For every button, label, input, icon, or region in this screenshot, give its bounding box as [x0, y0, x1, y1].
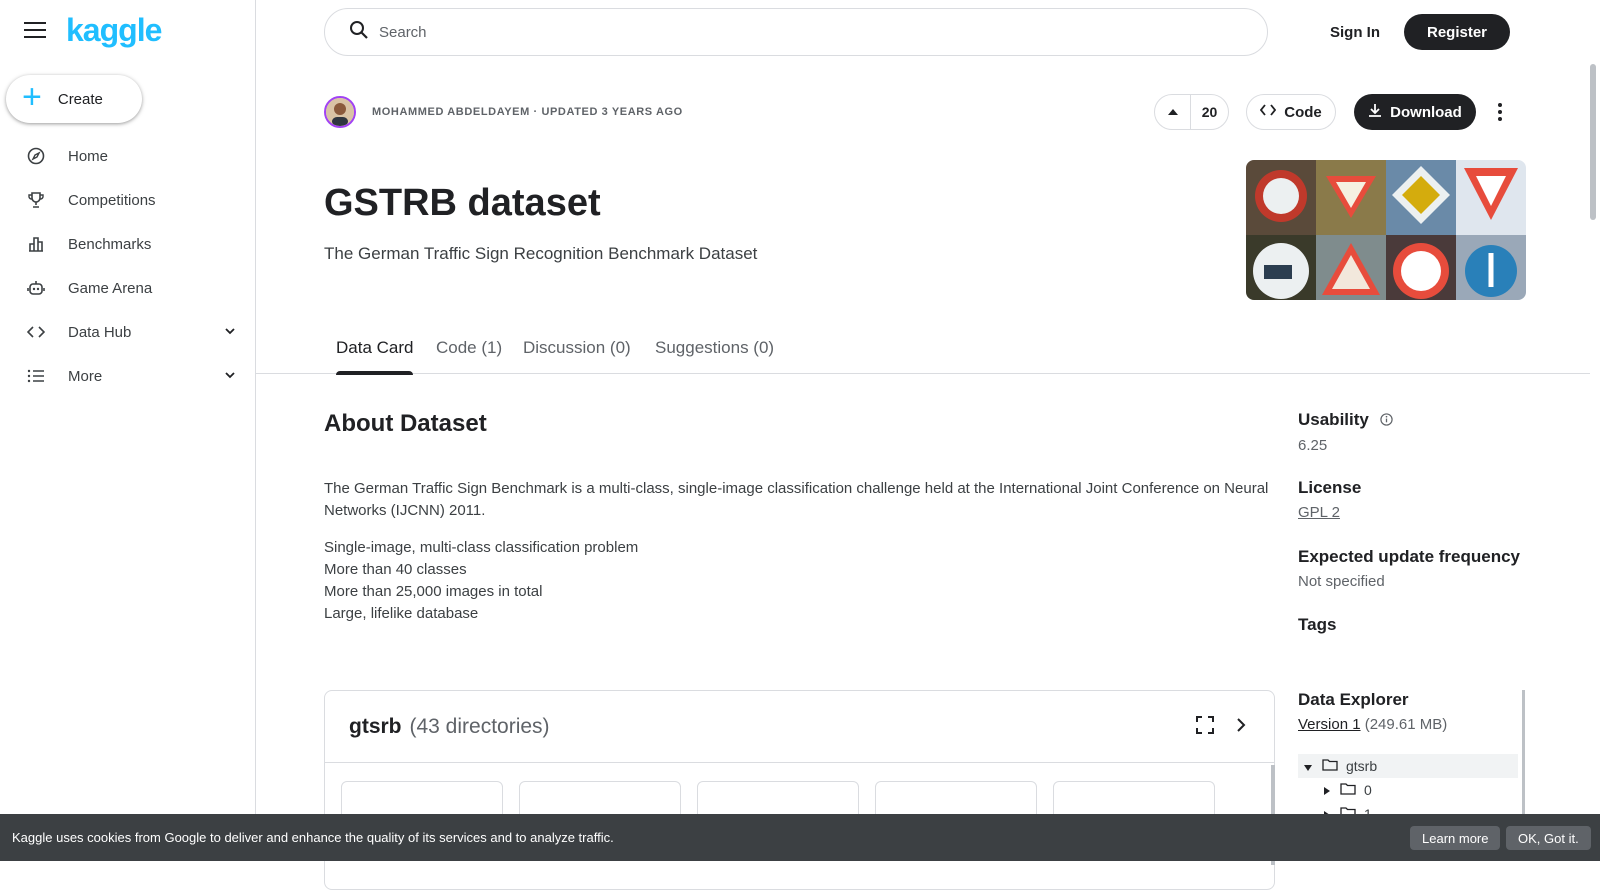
compass-icon: [26, 146, 46, 166]
sign-in-button[interactable]: Sign In: [1316, 14, 1394, 50]
tags-heading: Tags: [1298, 615, 1337, 634]
sidebar-item-label: Competitions: [68, 191, 156, 209]
code-button-label: Code: [1284, 103, 1322, 121]
tree-row-root[interactable]: gtsrb: [1298, 754, 1518, 778]
tree-row[interactable]: 0: [1298, 778, 1518, 802]
sidebar-item-label: Game Arena: [68, 279, 153, 297]
version-link[interactable]: Version 1: [1298, 716, 1361, 733]
explorer-count: (43 directories): [409, 714, 550, 738]
sidebar: kaggle + Create Home Competitions Benchm…: [0, 0, 256, 861]
page-subtitle: The German Traffic Sign Recognition Benc…: [324, 244, 758, 263]
download-icon: [1368, 103, 1382, 121]
tree-scrollbar[interactable]: [1522, 690, 1525, 820]
license-heading: License: [1298, 478, 1362, 497]
explorer-name: gtsrb: [349, 714, 402, 738]
plus-icon: +: [22, 78, 42, 116]
list-item: Single-image, multi-class classification…: [324, 539, 639, 556]
sidebar-item-data-hub[interactable]: Data Hub: [0, 312, 256, 352]
code-brackets-icon: [26, 322, 46, 342]
usability-label: Usability: [1298, 410, 1369, 429]
data-explorer-heading: Data Explorer: [1298, 690, 1409, 709]
list-item: More than 40 classes: [324, 561, 467, 578]
top-bar: Sign In Register: [256, 0, 1600, 64]
version-size: (249.61 MB): [1364, 716, 1448, 733]
sidebar-item-home[interactable]: Home: [0, 136, 256, 176]
code-brackets-icon: [1260, 103, 1277, 121]
info-icon[interactable]: [1379, 411, 1393, 430]
tab-code[interactable]: Code (1): [436, 338, 502, 374]
search-input[interactable]: [379, 23, 1179, 41]
frequency-section: Expected update frequency Not specified: [1298, 547, 1538, 590]
about-description: The German Traffic Sign Benchmark is a m…: [324, 480, 1269, 519]
tab-suggestions[interactable]: Suggestions (0): [655, 338, 774, 374]
frequency-heading: Expected update frequency: [1298, 547, 1521, 566]
caret-down-icon[interactable]: [1304, 758, 1312, 774]
chevron-down-icon[interactable]: [224, 368, 236, 386]
frequency-value: Not specified: [1298, 573, 1385, 590]
sidebar-item-label: More: [68, 367, 103, 385]
sidebar-item-competitions[interactable]: Competitions: [0, 180, 256, 220]
sidebar-item-label: Benchmarks: [68, 235, 152, 253]
search-icon: [349, 20, 369, 45]
license-link[interactable]: GPL 2: [1298, 504, 1340, 521]
dataset-byline: MOHAMMED ABDELDAYEM · UPDATED 3 YEARS AG…: [372, 106, 683, 118]
list-item: Large, lifelike database: [324, 605, 479, 622]
chevron-down-icon[interactable]: [224, 324, 236, 342]
sidebar-item-more[interactable]: More: [0, 356, 256, 396]
usability-section: Usability 6.25: [1298, 410, 1538, 454]
chevron-right-icon[interactable]: [1231, 715, 1251, 740]
explorer-header: gtsrb (43 directories): [325, 691, 1274, 763]
data-explorer-section: Data Explorer Version 1 (249.61 MB): [1298, 690, 1538, 733]
kaggle-logo[interactable]: kaggle: [66, 12, 162, 49]
robot-icon: [26, 278, 46, 298]
sidebar-item-label: Data Hub: [68, 323, 132, 341]
avatar[interactable]: [324, 96, 356, 128]
tags-section: Tags: [1298, 615, 1538, 635]
fullscreen-icon[interactable]: [1195, 715, 1215, 740]
trophy-icon: [26, 190, 46, 210]
create-label: Create: [57, 90, 103, 108]
vote-count: 20: [1201, 104, 1218, 120]
tab-discussion[interactable]: Discussion (0): [523, 338, 631, 374]
tab-data-card[interactable]: Data Card: [336, 338, 414, 375]
tree-row-label: gtsrb: [1346, 758, 1378, 774]
license-section: License GPL 2: [1298, 478, 1538, 522]
menu-icon[interactable]: [24, 22, 46, 40]
bar-chart-icon: [26, 234, 46, 254]
more-options-icon[interactable]: [1494, 100, 1506, 124]
sidebar-item-game-arena[interactable]: Game Arena: [0, 268, 256, 308]
caret-right-icon[interactable]: [1324, 782, 1330, 798]
upvote-widget: 20: [1154, 94, 1229, 130]
folder-icon: [1340, 782, 1356, 798]
usability-heading: Usability: [1298, 410, 1538, 431]
tree-row-label: 0: [1364, 782, 1372, 798]
caret-up-icon: [1167, 103, 1178, 121]
code-button[interactable]: Code: [1246, 94, 1336, 130]
about-heading: About Dataset: [324, 410, 487, 437]
create-button[interactable]: + Create: [6, 75, 142, 123]
dataset-cover-image: [1246, 160, 1526, 300]
about-bullets: Single-image, multi-class classification…: [324, 537, 638, 625]
sidebar-item-benchmarks[interactable]: Benchmarks: [0, 224, 256, 264]
sidebar-item-label: Home: [68, 147, 109, 165]
cookie-banner: Kaggle uses cookies from Google to deliv…: [0, 814, 1600, 861]
download-button-label: Download: [1390, 103, 1462, 121]
usability-value: 6.25: [1298, 436, 1328, 454]
download-button[interactable]: Download: [1354, 94, 1476, 130]
cookie-text: Kaggle uses cookies from Google to deliv…: [12, 830, 614, 845]
learn-more-button[interactable]: Learn more: [1410, 826, 1501, 850]
dataset-tabs: Data Card Code (1) Discussion (0) Sugges…: [256, 330, 1590, 375]
page-scrollbar[interactable]: [1590, 64, 1596, 220]
list-item: More than 25,000 images in total: [324, 583, 543, 600]
upvote-button[interactable]: [1155, 95, 1191, 129]
folder-icon: [1322, 758, 1338, 774]
list-icon: [26, 366, 46, 386]
register-button[interactable]: Register: [1404, 14, 1510, 50]
search-bar[interactable]: [324, 8, 1268, 56]
page-title: GSTRB dataset: [324, 182, 601, 224]
ok-got-it-button[interactable]: OK, Got it.: [1506, 826, 1591, 850]
